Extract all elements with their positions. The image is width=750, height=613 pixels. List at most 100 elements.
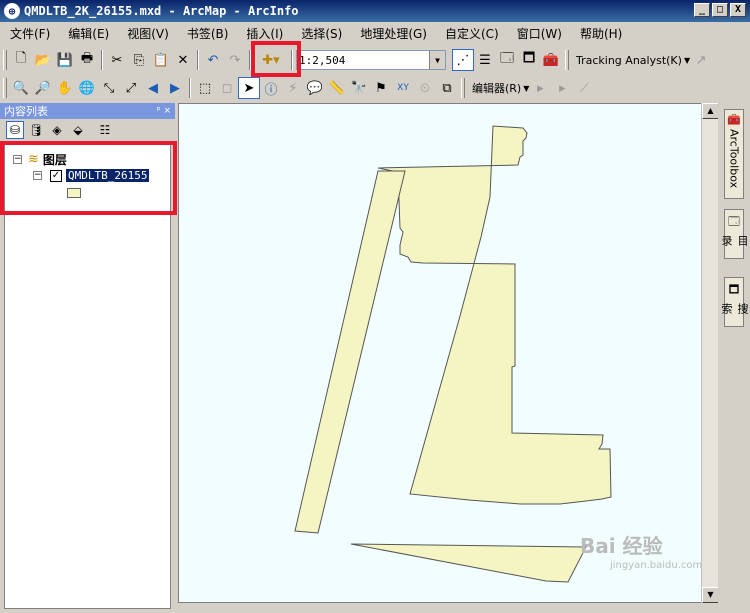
tracking-analyst-menu[interactable]: Tracking Analyst(K)	[576, 54, 682, 67]
map-vertical-scrollbar[interactable]: ▲ ▼	[701, 103, 719, 603]
triangle-polygon-feature[interactable]	[350, 543, 587, 583]
list-by-drawing-order-icon[interactable]: ⛁	[6, 121, 24, 139]
add-data-highlight-box	[251, 41, 301, 77]
chevron-down-icon[interactable]: ▼	[429, 51, 445, 69]
edit-tool-icon[interactable]: ▸	[529, 77, 551, 99]
menu-bookmarks[interactable]: 书签(B)	[187, 25, 229, 42]
cut-icon[interactable]: ✂	[106, 49, 128, 71]
list-by-visibility-icon[interactable]: ◈	[48, 121, 66, 139]
toc-highlight-box	[0, 141, 177, 215]
zoom-out-icon[interactable]: 🔎	[32, 77, 54, 99]
arcmap-app-icon[interactable]: ⊕	[4, 3, 20, 19]
search-tab-label: 搜索	[720, 303, 749, 314]
arctoolbox-icon[interactable]: 🧰	[540, 49, 562, 71]
baidu-watermark: Bai 经验	[580, 534, 663, 558]
search-side-tab[interactable]: 🗖 搜索	[720, 277, 749, 327]
fixed-zoom-in-icon[interactable]: ⤡	[98, 77, 120, 99]
hyperlink-icon[interactable]: ⚡	[282, 77, 304, 99]
toolbar-grip[interactable]	[3, 78, 7, 98]
create-viewer-icon[interactable]: ⧉	[436, 77, 458, 99]
toolbar-grip[interactable]	[565, 50, 569, 70]
minimize-button[interactable]: _	[694, 3, 710, 17]
menu-geoprocessing[interactable]: 地理处理(G)	[360, 25, 427, 42]
table-of-contents-icon[interactable]: ☰	[474, 49, 496, 71]
menu-bar: 文件(F) 编辑(E) 视图(V) 书签(B) 插入(I) 选择(S) 地理处理…	[0, 22, 750, 44]
print-icon[interactable]: 🖶	[76, 49, 98, 71]
arctoolbox-tab-label: ArcToolbox	[727, 129, 741, 189]
toc-options-icon[interactable]: ☷	[96, 121, 114, 139]
zoom-in-icon[interactable]: 🔍	[10, 77, 32, 99]
arctoolbox-side-tab[interactable]: 🧰 ArcToolbox	[724, 109, 744, 199]
editor-toolbar-icon[interactable]: ⋰	[452, 49, 474, 71]
go-to-xy-icon[interactable]: XY	[392, 77, 414, 99]
baidu-watermark-url: jingyan.baidu.com	[610, 560, 703, 571]
menu-customize[interactable]: 自定义(C)	[445, 25, 499, 42]
toolbar-separator	[101, 50, 103, 70]
back-extent-icon[interactable]: ◀	[142, 77, 164, 99]
pan-hand-icon[interactable]: ✋	[54, 77, 76, 99]
window-title: QMDLTB_2K_26155.mxd - ArcMap - ArcInfo	[24, 4, 299, 18]
find-route-icon[interactable]: ⚑	[370, 77, 392, 99]
arctoolbox-tab-icon: 🧰	[727, 113, 741, 126]
find-binoculars-icon[interactable]: 🔭	[348, 77, 370, 99]
toc-tab-strip: ⛁ 🛢 ◈ ⬙ ☷	[0, 119, 175, 141]
identify-icon[interactable]: ⓘ	[260, 77, 282, 99]
toolbar-grip[interactable]	[461, 78, 465, 98]
catalog-tab-label: 目录	[720, 235, 749, 246]
fixed-zoom-out-icon[interactable]: ⤢	[120, 77, 142, 99]
map-scale-value: 1:2,504	[299, 53, 346, 67]
open-folder-icon[interactable]: 📂	[32, 49, 54, 71]
html-popup-icon[interactable]: 💬	[304, 77, 326, 99]
catalog-tab-icon: 🗔	[728, 215, 740, 228]
menu-help[interactable]: 帮助(H)	[580, 25, 622, 42]
select-features-icon[interactable]: ⬚	[194, 77, 216, 99]
polygon-feature[interactable]	[377, 125, 612, 505]
clear-selection-icon[interactable]: ◻	[216, 77, 238, 99]
menu-selection[interactable]: 选择(S)	[301, 25, 342, 42]
select-elements-arrow-icon[interactable]: ➤	[238, 77, 260, 99]
catalog-side-tab[interactable]: 🗔 目录	[720, 209, 749, 259]
undo-icon[interactable]: ↶	[202, 49, 224, 71]
forward-extent-icon[interactable]: ▶	[164, 77, 186, 99]
redo-icon[interactable]: ↷	[224, 49, 246, 71]
menu-edit[interactable]: 编辑(E)	[68, 25, 109, 42]
tracking-tool-icon[interactable]: ↗	[690, 49, 712, 71]
map-scale-combobox[interactable]: 1:2,504 ▼	[296, 50, 446, 70]
list-by-selection-icon[interactable]: ⬙	[69, 121, 87, 139]
scroll-down-icon[interactable]: ▼	[702, 587, 719, 603]
list-by-source-icon[interactable]: 🛢	[27, 121, 45, 139]
save-icon[interactable]: 💾	[54, 49, 76, 71]
catalog-window-icon[interactable]: 🗔	[496, 49, 518, 71]
toc-title: 内容列表	[4, 105, 48, 118]
measure-icon[interactable]: 📏	[326, 77, 348, 99]
menu-file[interactable]: 文件(F)	[10, 25, 50, 42]
menu-view[interactable]: 视图(V)	[127, 25, 169, 42]
time-slider-icon[interactable]: ⏲	[414, 77, 436, 99]
menu-insert[interactable]: 插入(I)	[246, 25, 283, 42]
editor-menu[interactable]: 编辑器(R)	[472, 80, 521, 96]
close-button[interactable]: X	[730, 3, 746, 17]
sketch-tool-icon[interactable]: ▸	[551, 77, 573, 99]
delete-icon[interactable]: ✕	[172, 49, 194, 71]
copy-icon[interactable]: ⎘	[128, 49, 150, 71]
right-dock: 🧰 ArcToolbox 🗔 目录 🗖 搜索	[718, 103, 750, 613]
search-tab-icon: 🗖	[728, 283, 740, 296]
map-display[interactable]	[178, 103, 718, 603]
strip-polygon-feature[interactable]	[294, 170, 406, 534]
paste-icon[interactable]: 📋	[150, 49, 172, 71]
tools-toolbar: 🔍 🔎 ✋ 🌐 ⤡ ⤢ ◀ ▶ ⬚ ◻ ➤ ⓘ ⚡ 💬 📏 🔭 ⚑ XY ⏲ ⧉…	[0, 74, 750, 102]
search-window-icon[interactable]: 🗖	[518, 49, 540, 71]
full-extent-globe-icon[interactable]: 🌐	[76, 77, 98, 99]
toolbar-separator	[189, 78, 191, 98]
toc-title-bar: 内容列表 ᵖ ×	[0, 103, 175, 119]
maximize-button[interactable]: □	[712, 3, 728, 17]
map-canvas[interactable]	[179, 104, 718, 603]
pin-close-icon[interactable]: ᵖ ×	[157, 106, 171, 116]
map-horizontal-scrollbar[interactable]	[178, 603, 718, 613]
new-document-icon[interactable]: 🗋	[10, 49, 32, 71]
straight-segment-icon[interactable]: ⟋	[573, 77, 595, 99]
title-bar: ⊕ QMDLTB_2K_26155.mxd - ArcMap - ArcInfo…	[0, 0, 750, 22]
scroll-up-icon[interactable]: ▲	[702, 103, 719, 119]
menu-windows[interactable]: 窗口(W)	[517, 25, 562, 42]
toolbar-grip[interactable]	[3, 50, 7, 70]
